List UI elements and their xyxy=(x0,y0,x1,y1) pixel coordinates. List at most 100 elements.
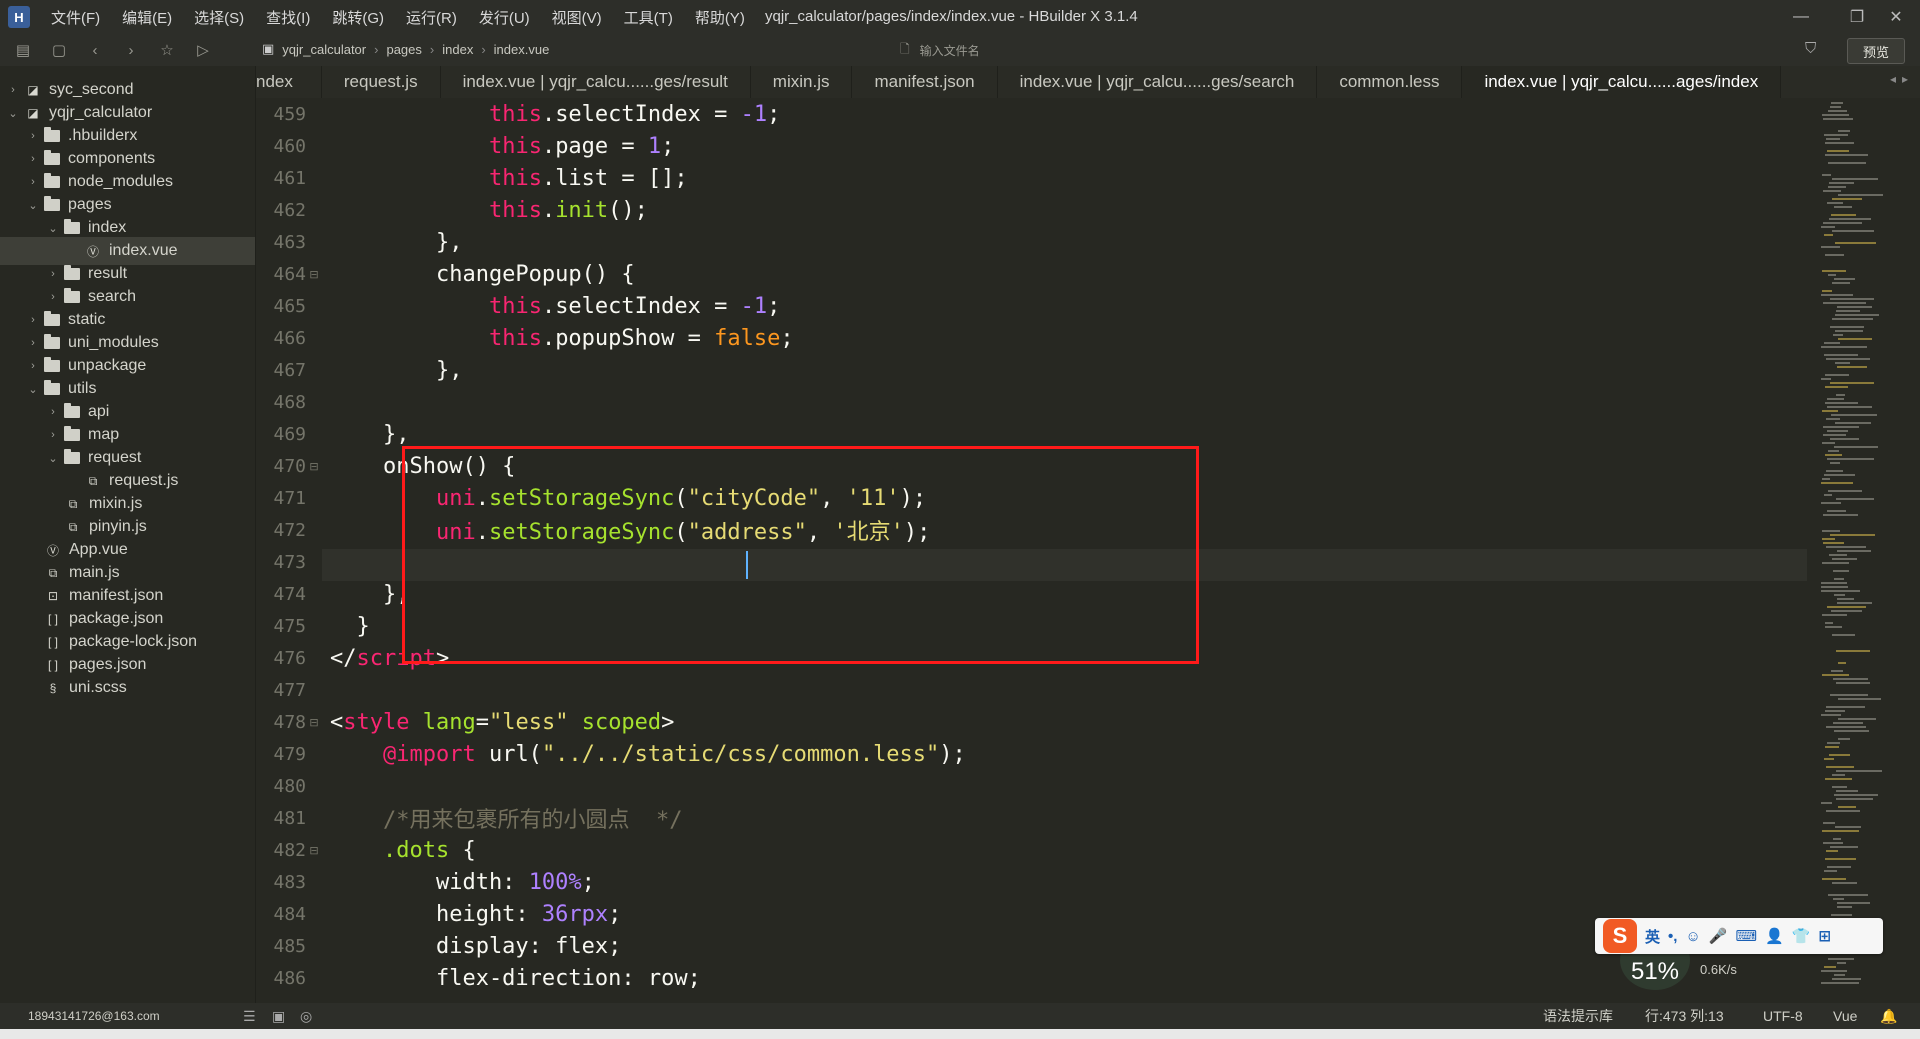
chevron-icon[interactable]: ⌄ xyxy=(46,452,60,465)
code-line[interactable]: 467 }, xyxy=(256,354,1811,386)
user-account[interactable]: 18943141726@163.com xyxy=(28,1009,160,1023)
globe-icon[interactable]: ◎ xyxy=(300,1008,312,1025)
code-line[interactable]: 460 this.page = 1; xyxy=(256,130,1811,162)
save-icon[interactable]: ▢ xyxy=(46,37,72,63)
chevron-icon[interactable]: › xyxy=(46,291,60,303)
menu-item[interactable]: 选择(S) xyxy=(183,7,255,28)
notification-bell-icon[interactable]: 🔔 xyxy=(1880,1008,1897,1025)
ime-tool-icon[interactable]: 🎤 xyxy=(1709,927,1728,945)
code-line[interactable]: 477 xyxy=(256,674,1811,706)
sogou-logo-icon[interactable]: S xyxy=(1603,919,1637,953)
ime-tool-icon[interactable]: ☺ xyxy=(1685,928,1700,945)
ime-tool-icon[interactable]: •, xyxy=(1668,928,1677,945)
close-button[interactable]: ✕ xyxy=(1872,0,1920,34)
preview-button[interactable]: 预览 xyxy=(1847,38,1905,64)
code-line[interactable]: 465 this.selectIndex = -1; xyxy=(256,290,1811,322)
menu-item[interactable]: 跳转(G) xyxy=(321,7,395,28)
chevron-icon[interactable]: › xyxy=(26,153,40,165)
back-icon[interactable]: ‹ xyxy=(82,37,108,63)
terminal-icon[interactable]: ▣ xyxy=(272,1008,285,1025)
chevron-icon[interactable]: › xyxy=(46,268,60,280)
forward-icon[interactable]: › xyxy=(118,37,144,63)
ime-tool-icon[interactable]: ⊞ xyxy=(1818,927,1831,945)
code-token: ; xyxy=(608,901,622,927)
chevron-icon[interactable]: › xyxy=(46,406,60,418)
code-line[interactable]: 466 this.popupShow = false; xyxy=(256,322,1811,354)
code-line[interactable]: 468 xyxy=(256,386,1811,418)
menu-item[interactable]: 帮助(Y) xyxy=(684,7,756,28)
editor-tab[interactable]: common.less xyxy=(1317,66,1463,98)
code-line[interactable]: 463 }, xyxy=(256,226,1811,258)
breadcrumb-item[interactable]: yqjr_calculator xyxy=(282,42,366,57)
ime-tool-icon[interactable]: 👤 xyxy=(1765,927,1784,945)
fold-toggle-icon[interactable]: ⊟ xyxy=(306,716,322,729)
minimap-line xyxy=(1826,810,1860,812)
minimap-line xyxy=(1827,202,1843,204)
breadcrumb-item[interactable]: index.vue xyxy=(494,42,550,57)
chevron-icon[interactable]: ⌄ xyxy=(6,107,20,120)
code-line[interactable]: 482 ⊟ .dots { xyxy=(256,834,1811,866)
editor-tab[interactable]: ndex xyxy=(256,66,322,98)
breadcrumb-item[interactable]: pages xyxy=(386,42,421,57)
tree-item[interactable]: § uni.scss xyxy=(0,674,255,702)
menu-item[interactable]: 发行(U) xyxy=(468,7,541,28)
new-file-icon[interactable]: ▤ xyxy=(10,37,36,63)
code-line[interactable]: 461 this.list = []; xyxy=(256,162,1811,194)
breadcrumb-item[interactable]: index xyxy=(442,42,473,57)
editor-tab[interactable]: index.vue | yqjr_calcu......ges/result xyxy=(441,66,751,98)
file-search-input[interactable]: 🗋 输入文件名 xyxy=(900,39,1200,61)
menu-item[interactable]: 运行(R) xyxy=(395,7,468,28)
minimize-button[interactable]: — xyxy=(1773,0,1829,34)
chevron-icon[interactable]: › xyxy=(26,130,40,142)
menu-item[interactable]: 视图(V) xyxy=(541,7,613,28)
editor-tab[interactable]: manifest.json xyxy=(852,66,998,98)
menu-item[interactable]: 文件(F) xyxy=(40,7,111,28)
chevron-icon[interactable]: › xyxy=(6,84,20,96)
code-line[interactable]: 483 width: 100%; xyxy=(256,866,1811,898)
star-icon[interactable]: ☆ xyxy=(154,37,180,63)
editor-tab[interactable]: index.vue | yqjr_calcu......ges/search xyxy=(998,66,1318,98)
minimap-line xyxy=(1823,302,1866,304)
code-line[interactable]: 486 flex-direction: row; xyxy=(256,962,1811,994)
outline-icon[interactable]: ☰ xyxy=(243,1008,256,1025)
code-line[interactable]: 485 display: flex; xyxy=(256,930,1811,962)
code-line[interactable]: 479 @import url("../../static/css/common… xyxy=(256,738,1811,770)
fold-toggle-icon[interactable]: ⊟ xyxy=(306,268,322,281)
editor-tab[interactable]: request.js xyxy=(322,66,441,98)
menu-item[interactable]: 查找(I) xyxy=(255,7,321,28)
chevron-icon[interactable]: ⌄ xyxy=(26,383,40,396)
chevron-icon[interactable]: ⌄ xyxy=(46,222,60,235)
ime-tool-icon[interactable]: 👕 xyxy=(1792,927,1811,945)
chevron-icon[interactable]: › xyxy=(26,314,40,326)
encoding[interactable]: UTF-8 xyxy=(1763,1008,1803,1024)
code-line[interactable]: 462 this.init(); xyxy=(256,194,1811,226)
code-line[interactable]: 464 ⊟ changePopup() { xyxy=(256,258,1811,290)
cursor-position[interactable]: 行:473 列:13 xyxy=(1645,1006,1724,1026)
code-text: }, xyxy=(330,422,410,447)
code-line[interactable]: 480 xyxy=(256,770,1811,802)
language-mode[interactable]: Vue xyxy=(1833,1008,1857,1024)
minimap[interactable] xyxy=(1811,98,1920,1003)
menu-item[interactable]: 编辑(E) xyxy=(111,7,183,28)
code-line[interactable]: 481 /*用来包裹所有的小圆点 */ xyxy=(256,802,1811,834)
run-icon[interactable]: ▷ xyxy=(190,37,216,63)
chevron-icon[interactable]: ⌄ xyxy=(26,199,40,212)
chevron-icon[interactable]: › xyxy=(26,176,40,188)
chevron-icon[interactable]: › xyxy=(46,429,60,441)
fold-toggle-icon[interactable]: ⊟ xyxy=(306,844,322,857)
chevron-icon[interactable]: › xyxy=(26,337,40,349)
fold-toggle-icon[interactable]: ⊟ xyxy=(306,460,322,473)
editor-tab[interactable]: mixin.js xyxy=(751,66,853,98)
menu-item[interactable]: 工具(T) xyxy=(613,7,684,28)
syntax-library[interactable]: 语法提示库 xyxy=(1543,1006,1613,1026)
chevron-icon[interactable]: › xyxy=(26,360,40,372)
code-line[interactable]: 484 height: 36rpx; xyxy=(256,898,1811,930)
editor-tab[interactable]: index.vue | yqjr_calcu......ages/index xyxy=(1462,66,1782,98)
filter-icon[interactable]: ⛉ xyxy=(1805,40,1816,57)
tab-scroll-arrows-icon[interactable]: ◂▸ xyxy=(1890,72,1914,86)
ime-tool-icon[interactable]: ⌨ xyxy=(1735,927,1757,945)
ime-mode-toggle[interactable]: 英 xyxy=(1645,926,1660,947)
code-line[interactable]: 478 ⊟ <style lang="less" scoped> xyxy=(256,706,1811,738)
code-line[interactable]: 459 this.selectIndex = -1; xyxy=(256,98,1811,130)
ime-toolbar[interactable]: S 英 •, ☺ 🎤 ⌨ 👤 👕 ⊞ xyxy=(1595,918,1883,954)
